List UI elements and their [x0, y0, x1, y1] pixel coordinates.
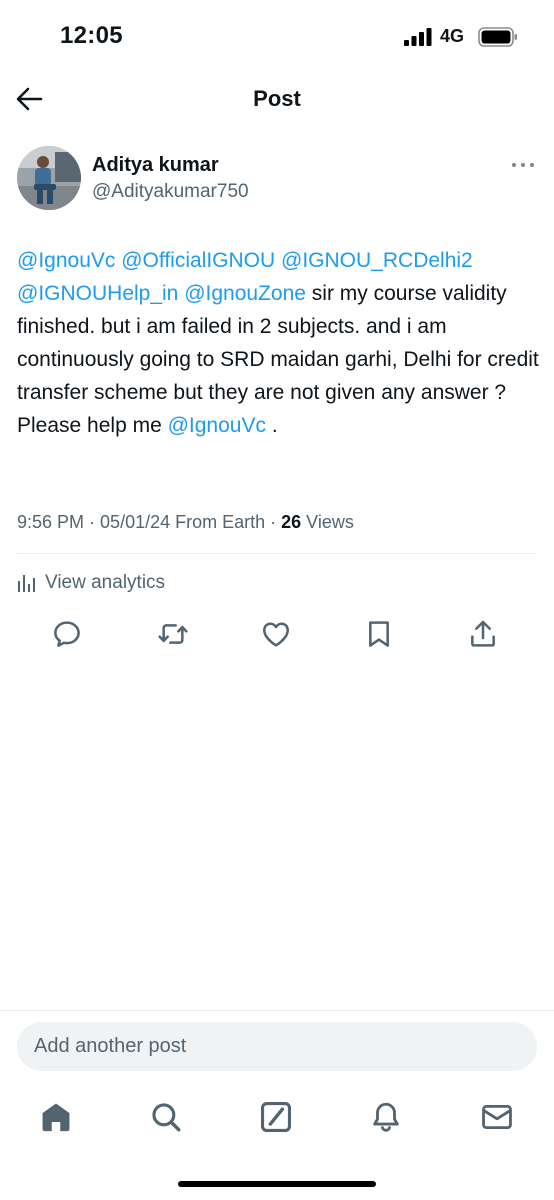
bookmark-button[interactable] — [363, 618, 395, 650]
view-analytics-label: View analytics — [45, 572, 166, 593]
signal-icon — [404, 28, 432, 46]
nav-messages[interactable] — [480, 1100, 514, 1134]
views-count: 26 — [281, 512, 302, 532]
reply-input[interactable]: Add another post — [17, 1022, 537, 1071]
nav-home[interactable] — [39, 1100, 73, 1134]
divider — [0, 1010, 554, 1011]
mention-link[interactable]: @IgnouVc — [168, 414, 266, 437]
status-time: 12:05 — [60, 22, 123, 49]
avatar-image — [17, 146, 81, 210]
views-label: Views — [301, 512, 354, 532]
share-button[interactable] — [467, 618, 499, 650]
bookmark-icon — [369, 621, 389, 647]
post-text-segment: sir my course validity finished. but i a… — [17, 282, 539, 437]
bar-chart-icon — [18, 575, 35, 592]
nav-notifications[interactable] — [369, 1100, 403, 1134]
author-name[interactable]: Aditya kumar — [92, 154, 219, 177]
view-analytics-button[interactable]: View analytics — [17, 570, 165, 596]
comment-icon — [54, 621, 80, 647]
more-options-icon[interactable] — [512, 160, 536, 170]
page-title: Post — [253, 86, 301, 111]
repost-icon — [158, 624, 188, 644]
mail-icon — [482, 1104, 512, 1130]
home-icon — [42, 1103, 70, 1132]
mention-link[interactable]: @IGNOU_RCDelhi2 — [281, 249, 473, 272]
bell-icon — [373, 1102, 399, 1132]
search-icon — [152, 1103, 181, 1132]
reply-placeholder: Add another post — [34, 1035, 187, 1057]
repost-button[interactable] — [157, 618, 189, 650]
post-text-segment: . — [265, 414, 278, 437]
back-arrow-icon[interactable] — [14, 84, 44, 114]
nav-search[interactable] — [149, 1100, 183, 1134]
mention-link[interactable]: @OfficialIGNOU — [121, 249, 275, 272]
post-date-location: 05/01/24 From Earth — [100, 512, 266, 532]
mention-link[interactable]: @IgnouVc — [17, 249, 115, 272]
divider — [17, 553, 537, 554]
post-text: @IgnouVc @OfficialIGNOU @IGNOU_RCDelhi2 … — [17, 244, 542, 442]
post-time: 9:56 PM — [17, 512, 85, 532]
nav-grok[interactable] — [259, 1100, 293, 1134]
author-handle[interactable]: @Adityakumar750 — [92, 181, 249, 203]
like-button[interactable] — [260, 618, 292, 650]
battery-icon — [478, 27, 517, 47]
mention-link[interactable]: @IGNOUHelp_in — [17, 282, 178, 305]
meta-separator: · — [84, 512, 101, 532]
network-type: 4G — [440, 26, 465, 46]
heart-icon — [263, 622, 289, 647]
avatar[interactable] — [17, 146, 81, 210]
reply-button[interactable] — [51, 618, 83, 650]
home-indicator[interactable] — [178, 1181, 376, 1187]
grok-icon — [260, 1101, 292, 1133]
post-meta: 9:56 PM · 05/01/24 From Earth · 26 Views — [17, 512, 354, 533]
meta-separator: · — [265, 512, 282, 532]
share-icon — [471, 620, 495, 647]
mention-link[interactable]: @IgnouZone — [184, 282, 306, 305]
